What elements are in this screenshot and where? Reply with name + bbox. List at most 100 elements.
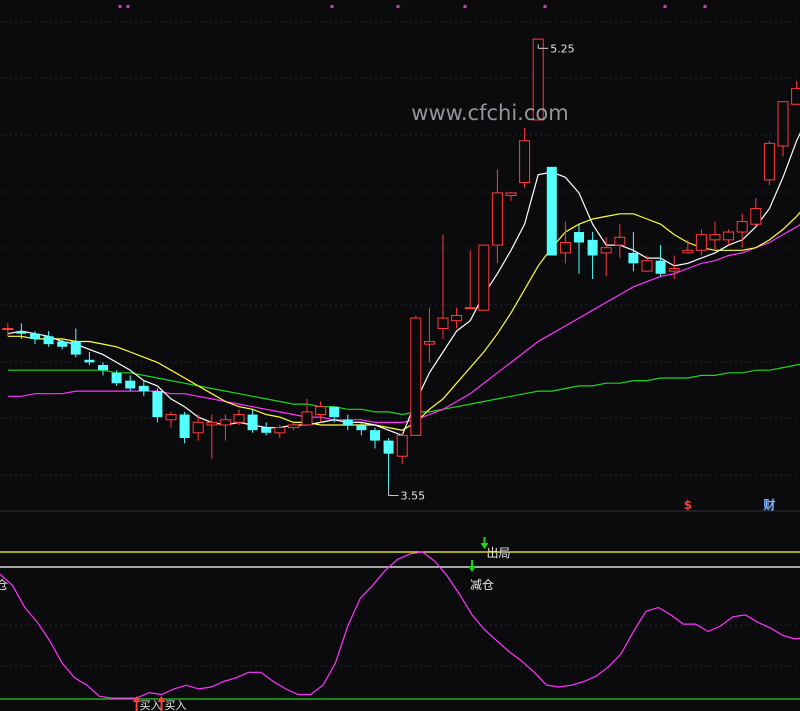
candle-body [668, 268, 680, 272]
chart-canvas: 出局减仓买入 买入 仓 5.25 3.55 $ 财 www.cfchi.com [0, 5, 800, 711]
candle [179, 411, 190, 444]
candle [437, 234, 449, 339]
candle-body [410, 317, 422, 436]
candle-body [261, 427, 272, 433]
watermark-text: www.cfchi.com [411, 101, 568, 125]
candle-body [546, 166, 557, 256]
candle [559, 221, 571, 264]
candle-body [70, 341, 81, 355]
candle-body [736, 221, 748, 233]
candle-body [329, 406, 340, 418]
candle-body [274, 427, 286, 434]
candle-body [641, 260, 653, 272]
candle-body [111, 372, 122, 384]
candle [261, 422, 272, 436]
candle-body [30, 333, 40, 339]
candle-body [695, 234, 707, 251]
candle [84, 351, 95, 365]
grid-dot [703, 5, 707, 8]
grid-dot [663, 5, 667, 8]
candle [546, 166, 557, 256]
candle-body [750, 208, 762, 225]
candle [600, 237, 612, 277]
candle-body [98, 365, 108, 371]
chart-stage: 出局 减仓 买入 买入 仓 5.25 3.55 $ 财 www.cfchi.com [0, 0, 800, 711]
signal-marker: 买入 [157, 696, 186, 711]
candle [505, 192, 517, 201]
candle [655, 245, 666, 277]
candle-body [383, 440, 394, 454]
grid-dot [118, 5, 122, 8]
candle-body [600, 247, 612, 254]
candle-body [396, 434, 408, 457]
candle-body [478, 244, 490, 311]
candle-body [587, 239, 598, 256]
candle [410, 315, 422, 436]
edge-label: 仓 [0, 578, 8, 592]
candle-body [437, 317, 449, 330]
candle [315, 401, 327, 423]
candle [98, 362, 108, 376]
candle-body [423, 341, 435, 345]
candle [791, 80, 800, 105]
signal-label: 减仓 [470, 578, 494, 592]
candle [233, 409, 245, 425]
candle-body [491, 192, 503, 246]
candle [152, 388, 163, 423]
candle [451, 307, 463, 329]
candle [574, 224, 584, 274]
candle [464, 250, 476, 310]
candle [519, 127, 531, 188]
candle-body [709, 234, 721, 241]
candle [763, 140, 775, 186]
candle-body [519, 140, 531, 184]
candle [2, 323, 14, 337]
candle [723, 229, 735, 246]
candle [138, 380, 149, 397]
candle-body [16, 331, 27, 334]
signal-arrowhead [468, 566, 477, 572]
ma-long-line [7, 363, 800, 416]
candle [370, 427, 380, 449]
candle-body [43, 336, 54, 345]
candle [750, 198, 762, 227]
candle-body [574, 232, 584, 243]
signal-marker: 买入 [132, 696, 162, 711]
candle-body [206, 421, 218, 426]
candle [356, 422, 367, 436]
candle [342, 414, 353, 431]
candle-body [370, 430, 380, 441]
candle [301, 398, 313, 426]
candle-body [57, 341, 68, 347]
candle-body [219, 419, 231, 426]
candle [614, 224, 626, 259]
candle-body [287, 424, 299, 429]
candle [682, 239, 694, 254]
candle-body [125, 380, 136, 389]
grid-dot [330, 5, 334, 8]
candle [668, 255, 680, 279]
candle-body [84, 359, 95, 363]
price-annotation-label: 5.25 [550, 42, 575, 55]
price-annotation-label: 3.55 [401, 490, 426, 503]
candle-body [451, 314, 463, 322]
candle [125, 375, 136, 392]
candle-body [152, 391, 163, 418]
candle-body [763, 142, 775, 181]
price-annotation: 3.55 [388, 487, 426, 503]
candle-body [138, 385, 149, 392]
candle-body [723, 231, 735, 241]
candle-body [247, 414, 258, 431]
candle [709, 221, 721, 251]
candle [695, 229, 707, 256]
candle-body [301, 411, 313, 426]
candle [43, 331, 54, 347]
candle-body [628, 252, 639, 264]
signal-marker: 减仓 [468, 560, 494, 592]
signal-label: 买入 [164, 699, 186, 711]
candle-body [682, 249, 694, 254]
candle-body [233, 414, 245, 423]
oscillator: 出局减仓买入 买入 仓 [0, 537, 800, 711]
signal-marker: 出局 [480, 537, 510, 560]
candle [736, 213, 748, 248]
